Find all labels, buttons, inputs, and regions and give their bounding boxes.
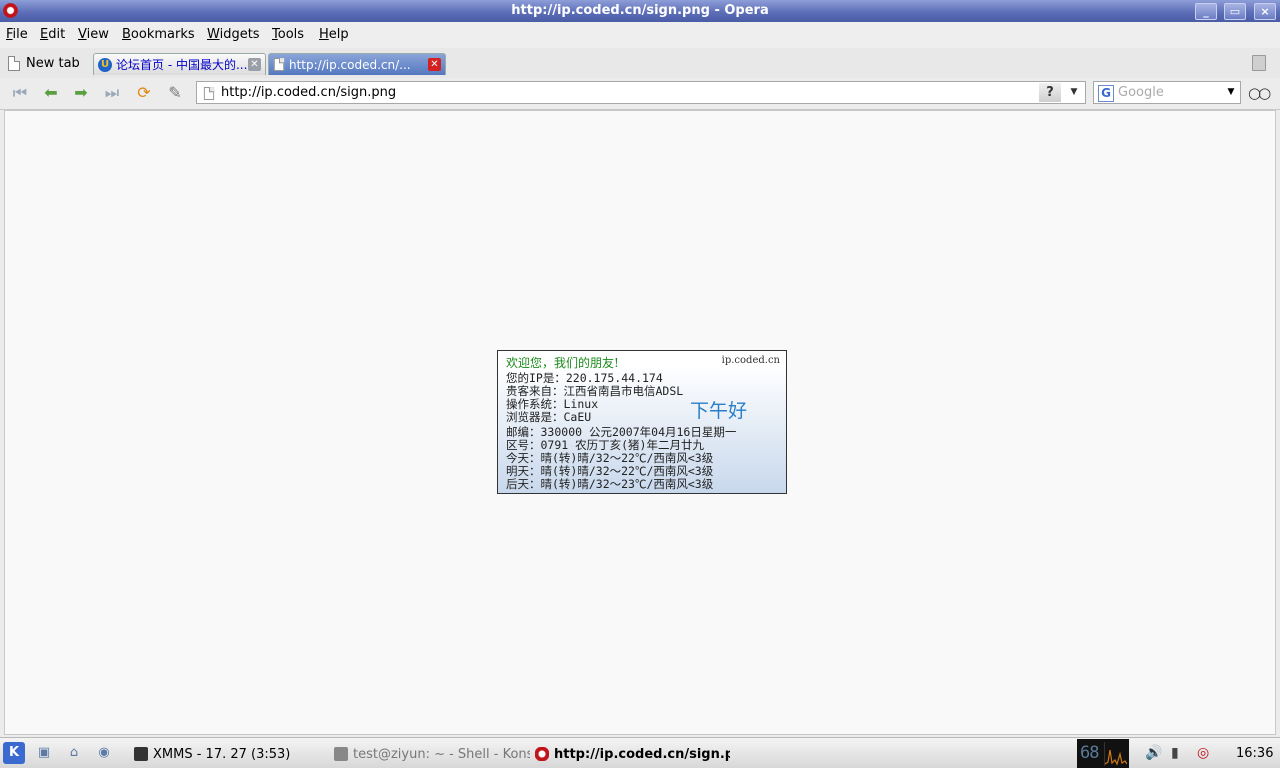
desktop-icon[interactable]: ▣ (33, 742, 55, 764)
ip-sign-image: 欢迎您，我们的朋友! ip.coded.cn 您的IP是：220.175.44.… (497, 350, 787, 494)
task-xmms[interactable]: XMMS - 17. 27 (3:53) (134, 744, 324, 764)
forward-arrow-icon[interactable]: ➡ (70, 83, 92, 103)
menu-file[interactable]: File (6, 27, 28, 42)
close-tab-icon[interactable]: ✕ (428, 58, 441, 71)
clock: 16:36 (1236, 746, 1274, 761)
page-icon (203, 87, 215, 100)
address-bar[interactable]: ? ▼ (196, 81, 1086, 104)
back-arrow-icon[interactable]: ⬅ (40, 83, 62, 103)
new-tab-label: New tab (26, 55, 80, 71)
menu-edit[interactable]: Edit (40, 27, 65, 42)
menu-bar: File Edit View Bookmarks Widgets Tools H… (0, 22, 1280, 48)
opera-tray-icon[interactable]: ◎ (1197, 745, 1209, 761)
menu-tools[interactable]: Tools (272, 27, 304, 42)
system-monitor[interactable]: 68 (1077, 739, 1129, 768)
monitor-value: 68 (1080, 743, 1100, 763)
opera-icon (535, 747, 549, 761)
kde-menu-icon[interactable]: K (3, 742, 25, 764)
chevron-down-icon[interactable]: ▼ (1065, 83, 1083, 102)
edit-pen-icon[interactable]: ✎ (164, 83, 186, 103)
trash-can-icon[interactable] (1252, 55, 1266, 71)
xmms-icon (134, 747, 148, 761)
menu-help[interactable]: Help (319, 27, 349, 42)
cpu-graph-icon (1104, 742, 1127, 766)
konsole-icon (334, 747, 348, 761)
tab-label: http://ip.coded.cn/... (289, 57, 411, 72)
navigation-toolbar: ⏮ ⬅ ➡ ⏭ ⟳ ✎ ? ▼ G ▼ ○○ (0, 78, 1280, 110)
title-bar: http://ip.coded.cn/sign.png - Opera _ ▭ … (0, 0, 1280, 22)
volume-icon[interactable]: 🔊 (1145, 745, 1162, 761)
file-manager-icon[interactable]: ⌂ (63, 742, 85, 764)
search-input[interactable] (1118, 84, 1218, 101)
tab-forum[interactable]: U 论坛首页 - 中国最大的... ✕ (93, 53, 266, 75)
fast-forward-icon[interactable]: ⏭ (101, 83, 123, 103)
site-label: ip.coded.cn (721, 355, 780, 366)
menu-widgets[interactable]: Widgets (207, 27, 260, 42)
search-box[interactable]: G ▼ (1093, 81, 1241, 104)
web-browser-icon[interactable]: ◉ (93, 742, 115, 764)
menu-bookmarks[interactable]: Bookmarks (122, 27, 195, 42)
maximize-button[interactable]: ▭ (1224, 3, 1246, 20)
tab-label: 论坛首页 - 中国最大的... (116, 58, 248, 72)
task-label: http://ip.coded.cn/sign.png - Opera (554, 746, 730, 762)
window-title: http://ip.coded.cn/sign.png - Opera (511, 3, 769, 18)
google-icon[interactable]: G (1098, 85, 1114, 102)
task-label: test@ziyun: ~ - Shell - Konsole (353, 746, 530, 762)
new-tab-button[interactable]: New tab (8, 52, 80, 74)
tab-sign-png[interactable]: http://ip.coded.cn/... ✕ (268, 53, 446, 75)
sign-line: 浏览器是：CaEU (506, 410, 592, 424)
menu-view[interactable]: View (78, 27, 109, 42)
minimize-button[interactable]: _ (1195, 3, 1217, 20)
close-window-button[interactable]: × (1254, 3, 1276, 20)
forum-favicon-icon: U (98, 57, 112, 72)
new-page-icon (8, 55, 20, 71)
taskbar: K ▣ ⌂ ◉ XMMS - 17. 27 (3:53) test@ziyun:… (0, 737, 1280, 768)
battery-icon[interactable]: ▮ (1171, 745, 1179, 761)
chevron-down-icon[interactable]: ▼ (1224, 83, 1238, 102)
welcome-text: 欢迎您，我们的朋友! (506, 356, 619, 370)
rewind-icon[interactable]: ⏮ (9, 83, 31, 103)
tab-bar: New tab U 论坛首页 - 中国最大的... ✕ http://ip.co… (0, 48, 1280, 78)
address-input[interactable] (221, 84, 1021, 101)
page-favicon-icon (273, 58, 285, 71)
sign-line: 后天：晴(转)晴/32～23℃/西南风<3级 (506, 477, 714, 491)
reload-icon[interactable]: ⟳ (133, 83, 155, 103)
close-tab-icon[interactable]: ✕ (248, 58, 261, 71)
task-label: XMMS - 17. 27 (3:53) (153, 746, 291, 762)
help-button[interactable]: ? (1039, 83, 1061, 102)
glasses-icon[interactable]: ○○ (1248, 84, 1271, 102)
greeting-text: 下午好 (690, 400, 748, 422)
task-opera[interactable]: http://ip.coded.cn/sign.png - Opera (535, 744, 730, 764)
task-konsole[interactable]: test@ziyun: ~ - Shell - Konsole (334, 744, 530, 764)
